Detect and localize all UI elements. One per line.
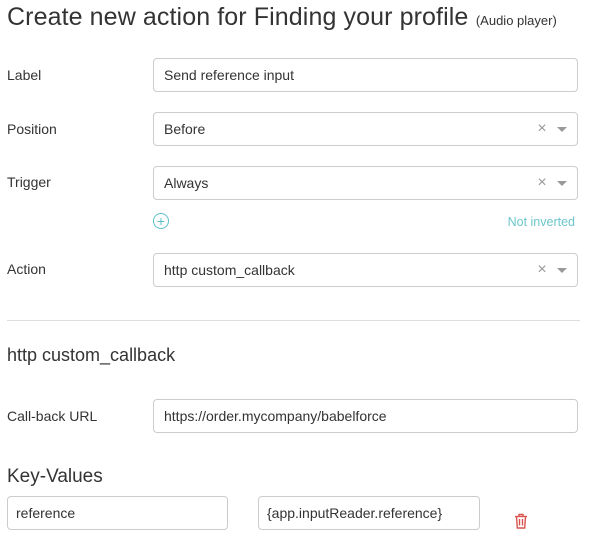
callback-url-input[interactable] bbox=[164, 408, 536, 424]
page-title: Create new action for Finding your profi… bbox=[7, 3, 557, 32]
callback-url-wrapper[interactable] bbox=[153, 399, 578, 433]
chevron-down-icon[interactable] bbox=[557, 267, 567, 273]
kv-key-input[interactable] bbox=[16, 505, 211, 521]
chevron-down-icon[interactable] bbox=[557, 180, 567, 186]
page-title-main: Create new action for Finding your profi… bbox=[7, 3, 469, 31]
callback-url-label: Call-back URL bbox=[7, 408, 98, 424]
trigger-field-label: Trigger bbox=[7, 174, 51, 190]
add-trigger-icon[interactable]: + bbox=[153, 213, 169, 229]
key-values-title: Key-Values bbox=[7, 466, 103, 487]
action-field-label: Action bbox=[7, 261, 46, 277]
clear-icon[interactable]: × bbox=[533, 120, 551, 138]
trash-icon[interactable] bbox=[514, 513, 528, 529]
kv-key-wrapper[interactable] bbox=[7, 496, 228, 530]
position-field-label: Position bbox=[7, 121, 57, 137]
callback-section-title: http custom_callback bbox=[7, 345, 176, 365]
position-select-value: Before bbox=[164, 121, 206, 137]
chevron-down-icon[interactable] bbox=[557, 126, 567, 132]
trigger-select[interactable]: Always × bbox=[153, 166, 578, 200]
action-select-value: http custom_callback bbox=[164, 262, 295, 278]
kv-value-input[interactable] bbox=[267, 505, 463, 521]
label-input-wrapper[interactable] bbox=[153, 58, 578, 92]
trigger-select-value: Always bbox=[164, 175, 209, 191]
not-inverted-toggle[interactable]: Not inverted bbox=[508, 215, 575, 229]
action-select[interactable]: http custom_callback × bbox=[153, 253, 578, 287]
clear-icon[interactable]: × bbox=[533, 261, 551, 279]
position-select[interactable]: Before × bbox=[153, 112, 578, 146]
label-field-label: Label bbox=[7, 67, 42, 83]
section-divider bbox=[7, 320, 580, 321]
clear-icon[interactable]: × bbox=[533, 174, 551, 192]
page-title-context: (Audio player) bbox=[475, 13, 557, 28]
kv-value-wrapper[interactable] bbox=[258, 496, 480, 530]
trash-icon-shape bbox=[515, 513, 527, 529]
label-input[interactable] bbox=[164, 67, 536, 83]
